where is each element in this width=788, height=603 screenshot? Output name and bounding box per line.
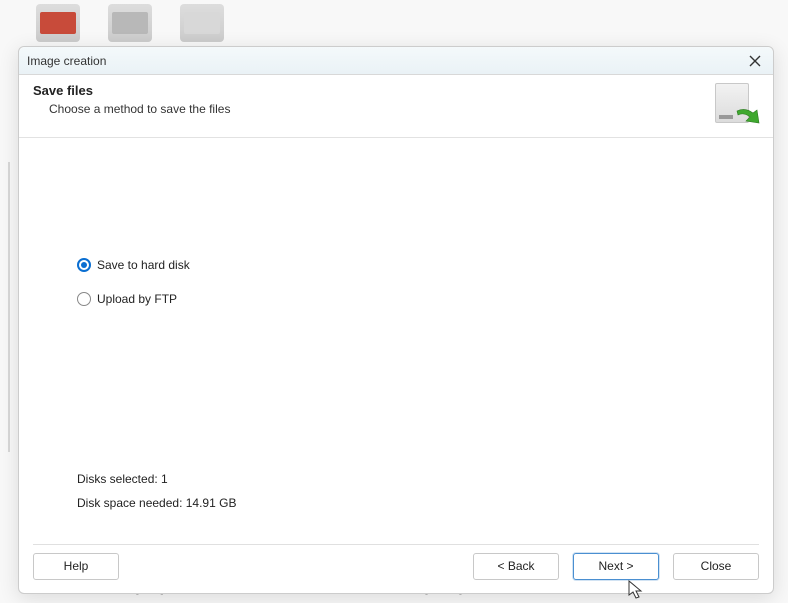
close-button[interactable]: Close xyxy=(673,553,759,580)
disk-space-line: Disk space needed: 14.91 GB xyxy=(77,496,236,510)
dialog-header: Save files Choose a method to save the f… xyxy=(19,75,773,138)
radio-label: Save to hard disk xyxy=(97,258,190,272)
help-button[interactable]: Help xyxy=(33,553,119,580)
image-creation-dialog: Image creation Save files Choose a metho… xyxy=(18,46,774,594)
dialog-title: Image creation xyxy=(27,54,745,68)
next-button[interactable]: Next > xyxy=(573,553,659,580)
disk-space-label: Disk space needed: xyxy=(77,496,182,510)
save-disk-icon xyxy=(711,83,759,127)
dialog-titlebar: Image creation xyxy=(19,47,773,75)
back-button[interactable]: < Back xyxy=(473,553,559,580)
disk-icon xyxy=(108,4,152,42)
radio-upload-ftp[interactable]: Upload by FTP xyxy=(77,292,190,306)
radio-save-to-disk[interactable]: Save to hard disk xyxy=(77,258,190,272)
disks-selected-label: Disks selected: xyxy=(77,472,158,486)
summary-info: Disks selected: 1 Disk space needed: 14.… xyxy=(77,472,236,520)
scroll-rail xyxy=(8,162,10,452)
disk-space-value: 14.91 GB xyxy=(186,496,237,510)
disks-selected-value: 1 xyxy=(161,472,168,486)
dialog-footer: Help < Back Next > Close xyxy=(19,545,773,593)
disk-icon xyxy=(36,4,80,42)
save-method-radio-group: Save to hard disk Upload by FTP xyxy=(77,258,190,326)
disk-icon xyxy=(180,4,224,42)
radio-indicator-icon xyxy=(77,292,91,306)
background-disk-icons xyxy=(36,4,224,42)
page-title: Save files xyxy=(33,83,711,98)
disks-selected-line: Disks selected: 1 xyxy=(77,472,236,486)
close-icon[interactable] xyxy=(745,51,765,71)
dialog-content: Save to hard disk Upload by FTP Disks se… xyxy=(19,138,773,544)
page-subtitle: Choose a method to save the files xyxy=(49,102,711,116)
radio-indicator-icon xyxy=(77,258,91,272)
radio-label: Upload by FTP xyxy=(97,292,177,306)
